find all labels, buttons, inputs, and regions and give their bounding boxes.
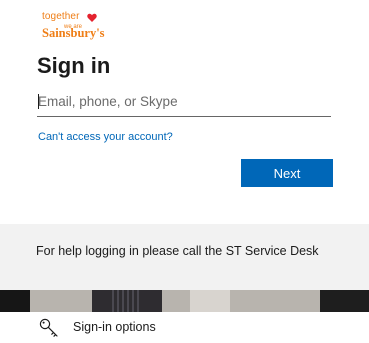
cant-access-account-link[interactable]: Can't access your account?	[38, 131, 173, 143]
email-field[interactable]	[37, 88, 332, 114]
help-banner: For help logging in please call the ST S…	[0, 224, 369, 290]
sign-in-card: together we are Sainsbury's Sign in Can'…	[0, 0, 369, 224]
page-title: Sign in	[37, 53, 111, 78]
help-text: For help logging in please call the ST S…	[36, 244, 319, 258]
logo-together-text: together	[42, 11, 80, 22]
sign-in-options-button[interactable]: Sign-in options	[0, 312, 369, 343]
logo-brand-text: Sainsbury's	[42, 26, 105, 40]
heart-icon	[87, 13, 97, 22]
key-icon	[39, 318, 58, 337]
sainsburys-logo: together we are Sainsbury's	[42, 11, 132, 41]
sign-in-options-label: Sign-in options	[73, 320, 156, 334]
email-field-container	[37, 88, 332, 117]
next-button[interactable]: Next	[241, 159, 333, 187]
text-caret	[38, 94, 39, 109]
